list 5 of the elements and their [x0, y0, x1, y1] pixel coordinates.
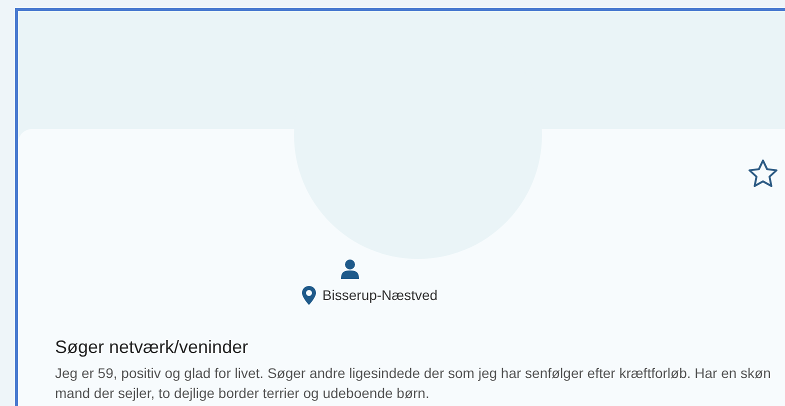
person-icon	[340, 259, 360, 279]
location-pin-icon	[302, 286, 316, 305]
profile-description: Jeg er 59, positiv og glad for livet. Søger andre ligesindede der som jeg har senfølger efter kræftforløb. Har en skøn mand der sejler, to dejlige border terrier og udeboende børn.	[55, 364, 772, 403]
location-text: Bisserup-Næstved	[322, 286, 438, 305]
profile-heading: Søger netværk/veninder	[55, 336, 250, 359]
